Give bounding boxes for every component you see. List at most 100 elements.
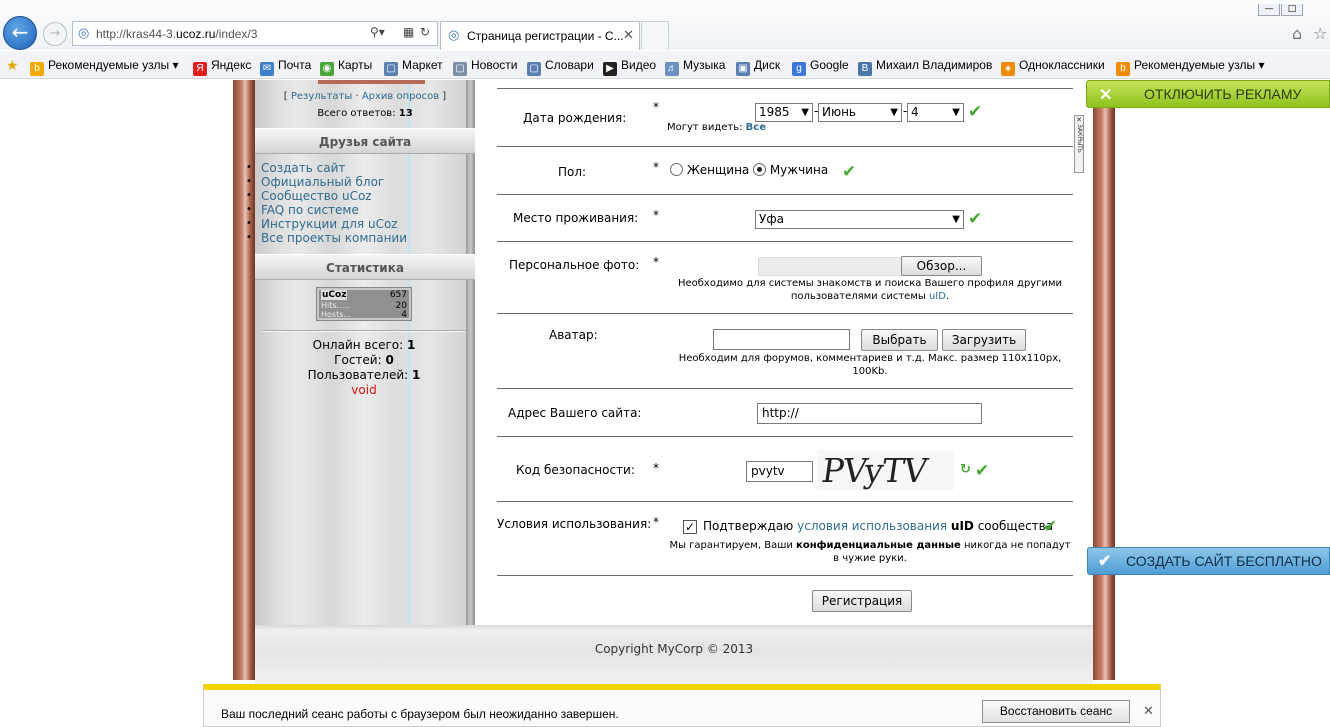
- friends-link-faq[interactable]: FAQ по системе: [246, 203, 407, 217]
- birth-year-select[interactable]: 1985 ▼: [755, 103, 813, 122]
- form-divider: [497, 313, 1073, 314]
- url-domain: ucoz.ru: [176, 27, 216, 41]
- poll-archive-link[interactable]: Архив опросов: [362, 91, 439, 102]
- uid-link[interactable]: uID: [929, 291, 946, 302]
- captcha-image-text: PVyTV: [819, 451, 929, 490]
- forward-arrow-icon[interactable]: →: [43, 22, 67, 46]
- fav-item-music[interactable]: ♬ Музыка: [665, 57, 725, 76]
- photo-file-path[interactable]: [758, 257, 902, 276]
- right-decorative-pillar: [1093, 80, 1115, 680]
- favorites-bar: ★ b Рекомендуемые узлы ▾ Я Яндекс ✉ Почта ◉…: [0, 51, 1330, 79]
- fav-item-recommended[interactable]: b Рекомендуемые узлы ▾: [30, 57, 179, 76]
- fav-label: Одноклассники: [1019, 58, 1105, 72]
- fav-item-vk-profile[interactable]: B Михаил Владимиров: [858, 57, 992, 76]
- friends-link-create-site[interactable]: Создать сайт: [246, 161, 407, 175]
- residence-select[interactable]: Уфа ▼: [755, 210, 964, 229]
- terms-link[interactable]: условия использования: [797, 519, 947, 533]
- check-icon: ✔: [1098, 553, 1112, 570]
- poll-widget-bottom: [318, 80, 425, 84]
- visibility-value[interactable]: Все: [746, 122, 766, 133]
- fav-item-dictionaries[interactable]: ▢ Словари: [527, 57, 594, 76]
- captcha-input[interactable]: pvytv: [746, 461, 813, 482]
- terms-checkbox[interactable]: ✓: [683, 520, 697, 534]
- friends-link-instructions[interactable]: Инструкции для uCoz: [246, 217, 407, 231]
- tab-title: Страница регистрации - С...: [467, 29, 624, 43]
- fav-item-google[interactable]: g Google: [792, 57, 849, 76]
- fav-item-disk[interactable]: ▣ Диск: [736, 57, 780, 76]
- address-url[interactable]: http://kras44-3.ucoz.ru/index/3: [96, 27, 257, 41]
- restore-session-button[interactable]: Восстановить сеанс: [982, 700, 1130, 723]
- video-icon: ▶: [603, 62, 617, 76]
- poll-results-link[interactable]: Результаты: [291, 91, 352, 102]
- fav-item-odnoklassniki[interactable]: ♠ Одноклассники: [1001, 57, 1105, 76]
- fav-label: Яндекс: [211, 58, 252, 72]
- compat-view-icon[interactable]: ▦: [403, 25, 414, 39]
- page-icon: ▢: [384, 62, 398, 76]
- online-user-void[interactable]: void: [258, 383, 470, 398]
- form-divider: [497, 146, 1073, 147]
- birth-year-value: 1985: [759, 105, 790, 119]
- refresh-icon[interactable]: ↻: [420, 25, 430, 39]
- privacy-bold: конфиденциальные данные: [796, 540, 961, 551]
- new-tab-button[interactable]: [641, 21, 669, 49]
- required-asterisk: *: [653, 160, 659, 174]
- counter-hosts-label: Hosts...: [321, 310, 352, 319]
- radio-male[interactable]: [753, 163, 766, 176]
- radio-female[interactable]: [670, 163, 683, 176]
- back-arrow-icon[interactable]: ←: [3, 16, 37, 50]
- maps-icon: ◉: [320, 62, 334, 76]
- register-button[interactable]: Регистрация: [812, 590, 912, 612]
- online-value: 1: [406, 338, 416, 352]
- birth-day-select[interactable]: 4 ▼: [907, 103, 964, 122]
- tab-registration[interactable]: ◎ Страница регистрации - С... ✕: [440, 21, 640, 50]
- fav-item-maps[interactable]: ◉ Карты: [320, 57, 372, 76]
- birth-month-select[interactable]: Июнь ▼: [818, 103, 902, 122]
- address-bar[interactable]: ◎ http://kras44-3.ucoz.ru/index/3 ⚲▾ ▦ ↻: [72, 21, 438, 46]
- chevron-down-icon: ▼: [801, 107, 809, 118]
- browse-button[interactable]: Обзор...: [901, 256, 982, 276]
- search-icon[interactable]: ⚲▾: [370, 25, 385, 39]
- friends-link-all-projects[interactable]: Все проекты компании: [246, 231, 407, 245]
- fav-item-recommended-2[interactable]: b Рекомендуемые узлы ▾: [1116, 57, 1265, 76]
- favorites-star-icon[interactable]: ☆: [1313, 24, 1327, 43]
- home-icon[interactable]: ⌂: [1292, 24, 1302, 43]
- avatar-url-input[interactable]: [713, 329, 850, 350]
- friends-link-community[interactable]: Сообщество uCoz: [246, 189, 407, 203]
- close-tab-icon[interactable]: ✕: [623, 28, 634, 43]
- close-ad-vertical-button[interactable]: ✕ ЗАКРЫТЬ: [1074, 115, 1084, 173]
- ucoz-counter[interactable]: uCoz 657 Hits..... 20 Hosts... 4: [316, 287, 412, 321]
- fav-item-video[interactable]: ▶ Видео: [603, 57, 656, 76]
- add-favorite-star-icon[interactable]: ★: [6, 57, 19, 73]
- gender-label: Пол:: [558, 165, 587, 179]
- create-site-banner[interactable]: ✔ СОЗДАТЬ САЙТ БЕСПЛАТНО: [1087, 547, 1330, 575]
- gender-male-option[interactable]: Мужчина: [753, 163, 828, 177]
- captcha-refresh-icon[interactable]: ↻: [960, 462, 971, 477]
- terms-community: сообщества: [977, 519, 1054, 533]
- fav-item-mail[interactable]: ✉ Почта: [260, 57, 311, 76]
- stats-heading: Статистика: [255, 254, 479, 281]
- form-divider: [497, 388, 1073, 389]
- counter-hosts: 4: [401, 310, 407, 320]
- residence-value: Уфа: [759, 212, 784, 226]
- bing-icon: b: [30, 62, 44, 76]
- gender-female-option[interactable]: Женщина: [670, 163, 749, 177]
- online-stats: Онлайн всего: 1 Гостей: 0 Пользователей:…: [258, 338, 470, 398]
- fav-item-yandex[interactable]: Я Яндекс: [193, 57, 252, 76]
- google-icon: g: [792, 62, 806, 76]
- close-icon[interactable]: ✕: [1099, 85, 1112, 105]
- poll-links: [ Результаты · Архив опросов ]: [283, 91, 447, 102]
- avatar-upload-button[interactable]: Загрузить: [942, 329, 1026, 351]
- fav-item-market[interactable]: ▢ Маркет: [384, 57, 443, 76]
- fav-item-news[interactable]: ▢ Новости: [453, 57, 517, 76]
- maximize-icon[interactable]: □: [1281, 4, 1303, 16]
- check-icon: ✔: [968, 209, 983, 229]
- close-icon[interactable]: ✕: [1143, 704, 1154, 719]
- site-address-input[interactable]: http://: [757, 403, 982, 424]
- minimize-icon[interactable]: —: [1258, 4, 1280, 16]
- fav-label: Маркет: [402, 58, 443, 72]
- vk-icon: B: [858, 62, 872, 76]
- chevron-down-icon: ▼: [952, 107, 960, 118]
- avatar-choose-button[interactable]: Выбрать: [861, 329, 938, 351]
- friends-link-official-blog[interactable]: Официальный блог: [246, 175, 407, 189]
- disable-ads-banner[interactable]: ✕ ОТКЛЮЧИТЬ РЕКЛАМУ: [1086, 80, 1330, 108]
